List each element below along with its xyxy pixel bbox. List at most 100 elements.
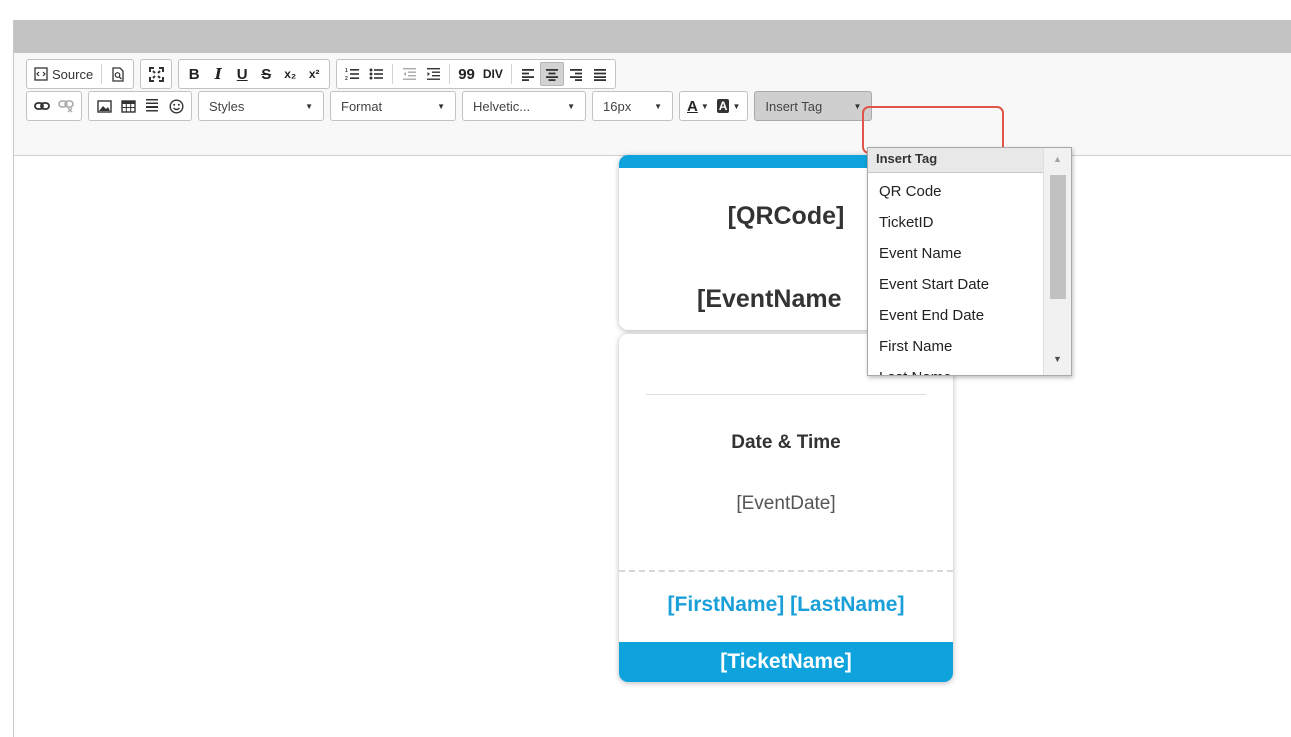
format-label: Format [341,98,383,114]
toolbar-row-1: Source B I U S x₂ x² 1 2 99 DIV [26,59,622,89]
source-icon [34,67,48,81]
decrease-indent-button[interactable] [397,62,421,86]
editor-toolbar: Source B I U S x₂ x² 1 2 99 DIV Styles ▼… [14,53,1291,156]
caret-down-icon: ▼ [654,101,662,111]
menu-item-event-name[interactable]: Event Name [868,244,1043,275]
menu-item-first-name[interactable]: First Name [868,337,1043,368]
source-label: Source [52,66,94,82]
superscript-button[interactable]: x² [302,62,326,86]
insert-tag-menu-list: QR Code TicketID Event Name Event Start … [868,173,1071,375]
justify-button[interactable] [588,62,612,86]
bulleted-list-button[interactable] [364,62,388,86]
create-div-button[interactable]: DIV [479,62,507,86]
styles-label: Styles [209,98,245,114]
font-label: Helvetic... [473,98,531,114]
insert-group [88,91,192,121]
maximize-button[interactable] [144,62,168,86]
caret-down-icon: ▼ [700,101,709,111]
separator [449,64,451,84]
event-name-placeholder: [EventName [697,285,842,313]
basic-styles-group: B I U S x₂ x² [178,59,331,89]
scroll-down-icon[interactable]: ▼ [1053,354,1062,364]
caret-down-icon: ▼ [437,101,445,111]
table-button[interactable] [116,94,140,118]
numbered-list-icon: 12 [345,68,359,81]
increase-indent-button[interactable] [421,62,445,86]
document-group: Source [26,59,135,89]
maximize-icon [148,66,164,82]
separator [510,64,512,84]
format-dropdown[interactable]: Format ▼ [330,91,456,121]
unlink-button[interactable] [54,94,78,118]
image-button[interactable] [92,94,116,118]
insert-tag-label: Insert Tag [765,98,823,114]
underline-button[interactable]: U [230,62,254,86]
ticket-bottom-section: Date & Time [EventDate] [FirstName] [Las… [619,334,953,682]
text-color-button[interactable]: A ▼ [683,94,713,118]
ticket-perforation [619,570,953,572]
font-size-label: 16px [603,98,632,114]
menu-item-event-end-date[interactable]: Event End Date [868,306,1043,337]
smiley-icon [168,98,184,114]
font-size-dropdown[interactable]: 16px ▼ [592,91,673,121]
preview-button[interactable] [106,62,130,86]
italic-button[interactable]: I [206,62,230,86]
table-icon [120,99,136,113]
horizontal-line-icon [146,99,158,112]
strikethrough-button[interactable]: S [254,62,278,86]
align-left-button[interactable] [516,62,540,86]
links-group [26,91,82,121]
unlink-icon [58,100,74,113]
menu-item-event-start-date[interactable]: Event Start Date [868,275,1043,306]
caret-down-icon: ▼ [853,101,862,111]
insert-tag-menu: Insert Tag QR Code TicketID Event Name E… [867,147,1072,376]
text-color-label: A [687,97,698,115]
align-left-icon [521,68,534,81]
svg-text:1: 1 [345,68,348,74]
caret-down-icon: ▼ [567,101,575,111]
blockquote-button[interactable]: 99 [454,62,479,86]
link-icon [34,102,50,110]
outdent-icon [402,68,416,80]
numbered-list-button[interactable]: 12 [340,62,364,86]
separator [392,64,394,84]
justify-icon [593,68,606,81]
subscript-button[interactable]: x₂ [278,62,302,86]
styles-dropdown[interactable]: Styles ▼ [198,91,324,121]
svg-text:2: 2 [345,76,348,81]
date-time-label: Date & Time [731,432,841,453]
view-group [140,59,173,89]
attendee-name-placeholder: [FirstName] [LastName] [667,593,905,616]
scroll-up-icon[interactable]: ▲ [1053,154,1062,164]
background-color-button[interactable]: A ▼ [713,94,745,118]
horizontal-line-button[interactable] [140,94,164,118]
editor-top-bar [14,20,1291,53]
caret-down-icon: ▼ [305,101,313,111]
indent-icon [426,68,440,80]
separator [101,64,103,84]
font-dropdown[interactable]: Helvetic... ▼ [462,91,586,121]
menu-item-qr-code[interactable]: QR Code [868,182,1043,213]
source-button[interactable]: Source [30,62,97,86]
background-color-label: A [716,99,730,113]
align-center-icon [545,68,558,81]
bulleted-list-icon [369,68,383,80]
insert-tag-menu-header: Insert Tag [868,148,1043,173]
event-date-placeholder: [EventDate] [736,493,836,514]
align-center-button[interactable] [539,62,564,86]
ticket-name-placeholder: [TicketName] [619,642,953,682]
ticket-divider [646,394,926,395]
menu-scrollbar[interactable]: ▲ ▼ [1043,148,1071,375]
scrollbar-thumb[interactable] [1050,175,1066,299]
menu-item-last-name[interactable]: Last Name [868,368,1043,375]
insert-tag-dropdown[interactable]: Insert Tag ▼ [754,91,873,121]
smiley-button[interactable] [164,94,188,118]
link-button[interactable] [30,94,54,118]
bold-button[interactable]: B [182,62,206,86]
align-right-button[interactable] [564,62,588,86]
image-icon [96,99,112,113]
colors-group: A ▼ A ▼ [679,91,749,121]
menu-item-ticket-id[interactable]: TicketID [868,213,1043,244]
preview-icon [112,66,124,82]
toolbar-row-2: Styles ▼ Format ▼ Helvetic... ▼ 16px ▼ A… [26,91,878,121]
